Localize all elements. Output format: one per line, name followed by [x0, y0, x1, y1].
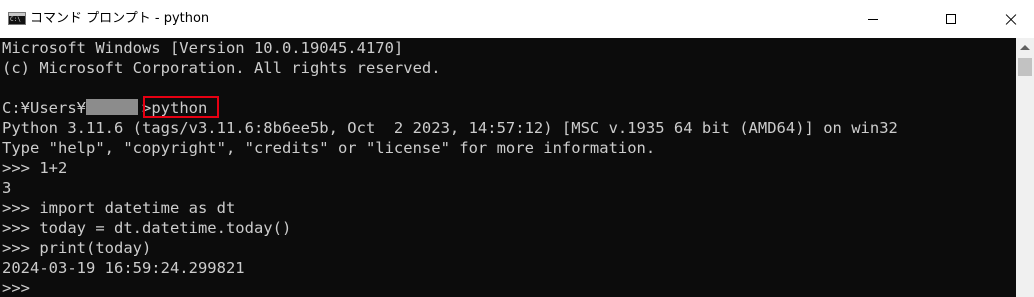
- command-prompt-window: コマンド プロンプト - python Microsoft Windows [V…: [0, 0, 1034, 297]
- console-line: 2024-03-19 16:59:24.299821: [2, 259, 245, 277]
- maximize-button[interactable]: [928, 0, 974, 38]
- console-output[interactable]: Microsoft Windows [Version 10.0.19045.41…: [0, 38, 1016, 297]
- close-button[interactable]: [988, 0, 1034, 38]
- console-line: Type "help", "copyright", "credits" or "…: [2, 139, 656, 157]
- console-line: >>> import datetime as dt: [2, 199, 236, 217]
- minimize-icon: [868, 18, 878, 20]
- scroll-up-arrow-icon[interactable]: [1020, 45, 1030, 50]
- console-line: >>> today = dt.datetime.today(): [2, 219, 292, 237]
- redacted-username: [86, 99, 138, 115]
- console-line: Microsoft Windows [Version 10.0.19045.41…: [2, 39, 404, 57]
- console-line: 3: [2, 179, 12, 197]
- minimize-button[interactable]: [850, 0, 896, 38]
- console-line: >>>: [2, 279, 30, 297]
- scrollbar-thumb[interactable]: [1018, 58, 1032, 76]
- console-line: >>> 1+2: [2, 159, 68, 177]
- path-text: C:¥Users¥: [2, 99, 86, 117]
- window-title: コマンド プロンプト - python: [30, 11, 210, 26]
- command-highlight-box: [143, 96, 219, 118]
- vertical-scrollbar[interactable]: [1016, 38, 1034, 297]
- console-line: >>> print(today): [2, 239, 152, 257]
- maximize-icon: [946, 14, 956, 24]
- close-icon: [1005, 13, 1017, 25]
- console-line: (c) Microsoft Corporation. All rights re…: [2, 59, 441, 77]
- title-bar[interactable]: コマンド プロンプト - python: [0, 0, 1034, 38]
- console-line: Python 3.11.6 (tags/v3.11.6:8b6ee5b, Oct…: [2, 119, 898, 137]
- cmd-icon: [8, 12, 26, 25]
